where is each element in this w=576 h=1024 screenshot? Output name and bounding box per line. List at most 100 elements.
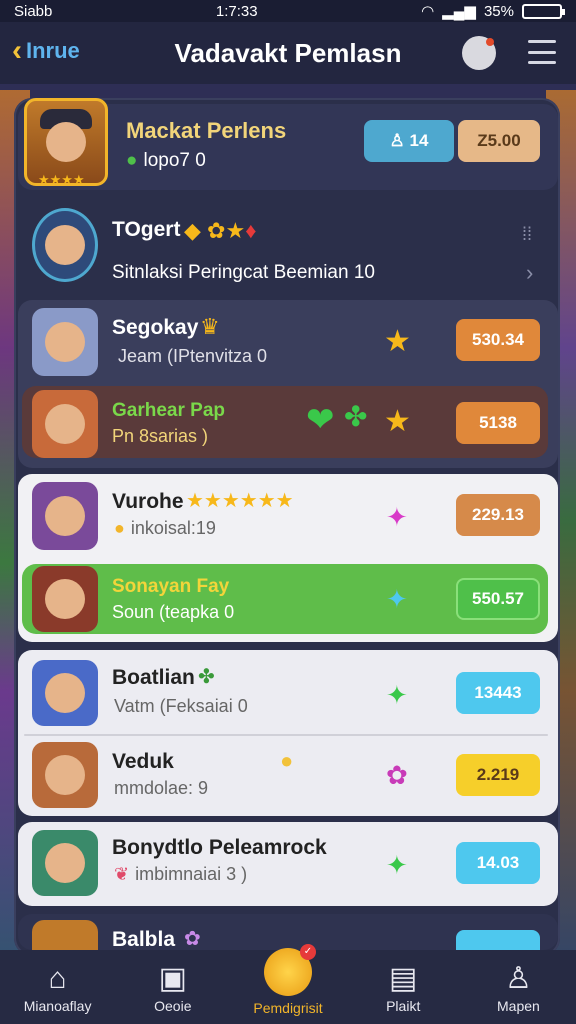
user-icon: ♙ — [389, 131, 405, 150]
row-divider — [24, 734, 548, 736]
row-sub: Pn 8sarias ) — [112, 426, 209, 446]
clover-icon: ✤ — [344, 401, 368, 432]
row-sub: Vatm (Feksaiai 0 — [114, 696, 248, 716]
flower-icon: ✿ — [184, 928, 201, 950]
row-avatar — [32, 308, 98, 376]
wifi-icon: ◠ — [421, 3, 435, 20]
status-icons: ◠ ▂▄▆ 35% — [421, 2, 565, 20]
hamburger-menu-icon[interactable] — [528, 40, 556, 64]
star-icon: ★ — [384, 325, 411, 358]
row-score-button[interactable]: 2.219 — [456, 754, 540, 796]
featured-sub: lopo7 0 — [143, 150, 206, 171]
level-icon: ● — [126, 150, 138, 171]
battery-icon — [521, 3, 565, 19]
star-icon: ★ — [384, 405, 411, 438]
row-avatar — [32, 566, 98, 632]
row-name: Bonydtlo Peleamrock — [112, 836, 327, 859]
row-sub: inkoisal:19 — [130, 518, 216, 538]
nav-home[interactable]: ⌂ Mianoaflay — [0, 950, 115, 1024]
green-star-icon: ✦ — [386, 680, 408, 710]
home-icon: ⌂ — [48, 962, 67, 995]
row-sub: Soun (teapka 0 — [112, 602, 235, 622]
status-time: 1:7:33 — [215, 2, 258, 20]
row-score-button[interactable]: 229.13 — [456, 494, 540, 536]
nav-inventory[interactable]: ▣ Oeoie — [115, 950, 230, 1024]
row-name: Vurohe — [112, 490, 184, 513]
heart-icon: ❦ — [114, 864, 130, 884]
featured-score: Z5.00 — [477, 131, 521, 150]
crown-icon: ♛ — [200, 314, 220, 339]
row-avatar — [32, 830, 98, 896]
inventory-icon: ▣ — [158, 962, 187, 995]
row-score-button[interactable]: 13443 — [456, 672, 540, 714]
bottom-navigation: ⌂ Mianoaflay ▣ Oeoie Pemdigrisit ▤ Plaik… — [0, 944, 576, 1024]
nav-map[interactable]: ▤ Plaikt — [346, 950, 461, 1024]
nav-label: Mapen — [497, 998, 540, 1014]
signal-icon: ▂▄▆ — [442, 3, 476, 20]
row-score-button[interactable]: 550.57 — [456, 578, 540, 620]
status-bar: Siabb 1:7:33 ◠ ▂▄▆ 35% — [0, 0, 576, 22]
green-star-icon: ✦ — [386, 850, 408, 880]
row-score: 5138 — [479, 413, 517, 432]
row-score-button[interactable] — [456, 930, 540, 950]
status-carrier: Siabb — [14, 2, 53, 20]
row-sub-row: ❦ imbimnaiai 3 ) — [114, 864, 247, 885]
row-score-button[interactable]: 530.34 — [456, 319, 540, 361]
nav-label: Plaikt — [386, 998, 421, 1014]
battery-level: 35% — [483, 2, 514, 20]
chevron-right-icon[interactable]: › — [526, 260, 533, 286]
row-name: Boatlian — [112, 666, 195, 689]
row-name: Sonayan Fay — [112, 576, 230, 597]
row-score-button[interactable]: 14.03 — [456, 842, 540, 884]
coin-icon: ● — [280, 748, 294, 773]
row-score: 14.03 — [476, 853, 520, 872]
pink-gem-icon: ✿ — [386, 760, 408, 790]
row-name: Veduk — [112, 750, 174, 773]
leaf-icon: ✤ — [198, 666, 215, 688]
profile-icon: ♙ — [504, 962, 532, 995]
more-icon[interactable]: ⁞⁞ — [522, 224, 532, 245]
featured-friends-button[interactable]: ♙ 14 — [364, 120, 454, 162]
row-sub-row: ● inkoisal:19 — [114, 518, 216, 539]
target-badges-icon: ◆ ✿★♦ — [184, 218, 257, 243]
row-score: 2.219 — [476, 765, 520, 784]
row-score: 13443 — [474, 683, 522, 702]
nav-label: Oeoie — [154, 998, 192, 1014]
pink-star-icon: ✦ — [386, 502, 408, 532]
target-avatar — [32, 208, 98, 282]
row-avatar — [32, 660, 98, 726]
row-score-button[interactable]: 5138 — [456, 402, 540, 444]
row-avatar — [32, 482, 98, 550]
featured-rank-stars: ★★★★ — [38, 172, 85, 187]
row-name: Balbla — [112, 928, 176, 951]
row-score: 550.57 — [472, 589, 524, 608]
row-score: 530.34 — [472, 330, 524, 349]
row-avatar — [32, 920, 98, 950]
nav-profile[interactable]: ♙ Mapen — [461, 950, 576, 1024]
target-name: TOgert — [112, 218, 181, 241]
row-sub: mmdolae: 9 — [114, 778, 209, 798]
rating-stars-icon: ★★★★★★ — [186, 490, 294, 512]
nav-leaderboard[interactable]: Pemdigrisit — [230, 944, 345, 1024]
nav-label: Pemdigrisit — [253, 1000, 323, 1016]
notification-icon[interactable] — [462, 36, 496, 70]
target-sub: Sitnlaksi Peringcat Beemian 10 — [112, 262, 375, 283]
row-avatar — [32, 742, 98, 808]
friends-count: 14 — [409, 131, 429, 150]
app-header: ‹ Inrue Vadavakt Pemlasn — [0, 22, 576, 84]
coin-icon: ● — [114, 518, 125, 538]
coin-icon — [264, 944, 316, 996]
featured-score-button[interactable]: Z5.00 — [458, 120, 540, 162]
row-name: Garhear Pap — [112, 400, 225, 421]
row-avatar — [32, 390, 98, 458]
nav-label: Mianoaflay — [23, 998, 92, 1014]
row-name: Segokay — [112, 316, 199, 339]
green-gem-icon: ❤ — [306, 401, 335, 439]
row-sub: Jeam (IPtenvitza 0 — [118, 346, 268, 366]
row-score: 229.13 — [472, 505, 524, 524]
blue-star-icon: ✦ — [386, 584, 408, 614]
featured-name: Mackat Perlens — [126, 118, 287, 143]
map-icon: ▤ — [389, 962, 418, 995]
row-sub: imbimnaiai 3 ) — [135, 864, 248, 884]
featured-sub-row: ● lopo7 0 — [126, 150, 206, 172]
